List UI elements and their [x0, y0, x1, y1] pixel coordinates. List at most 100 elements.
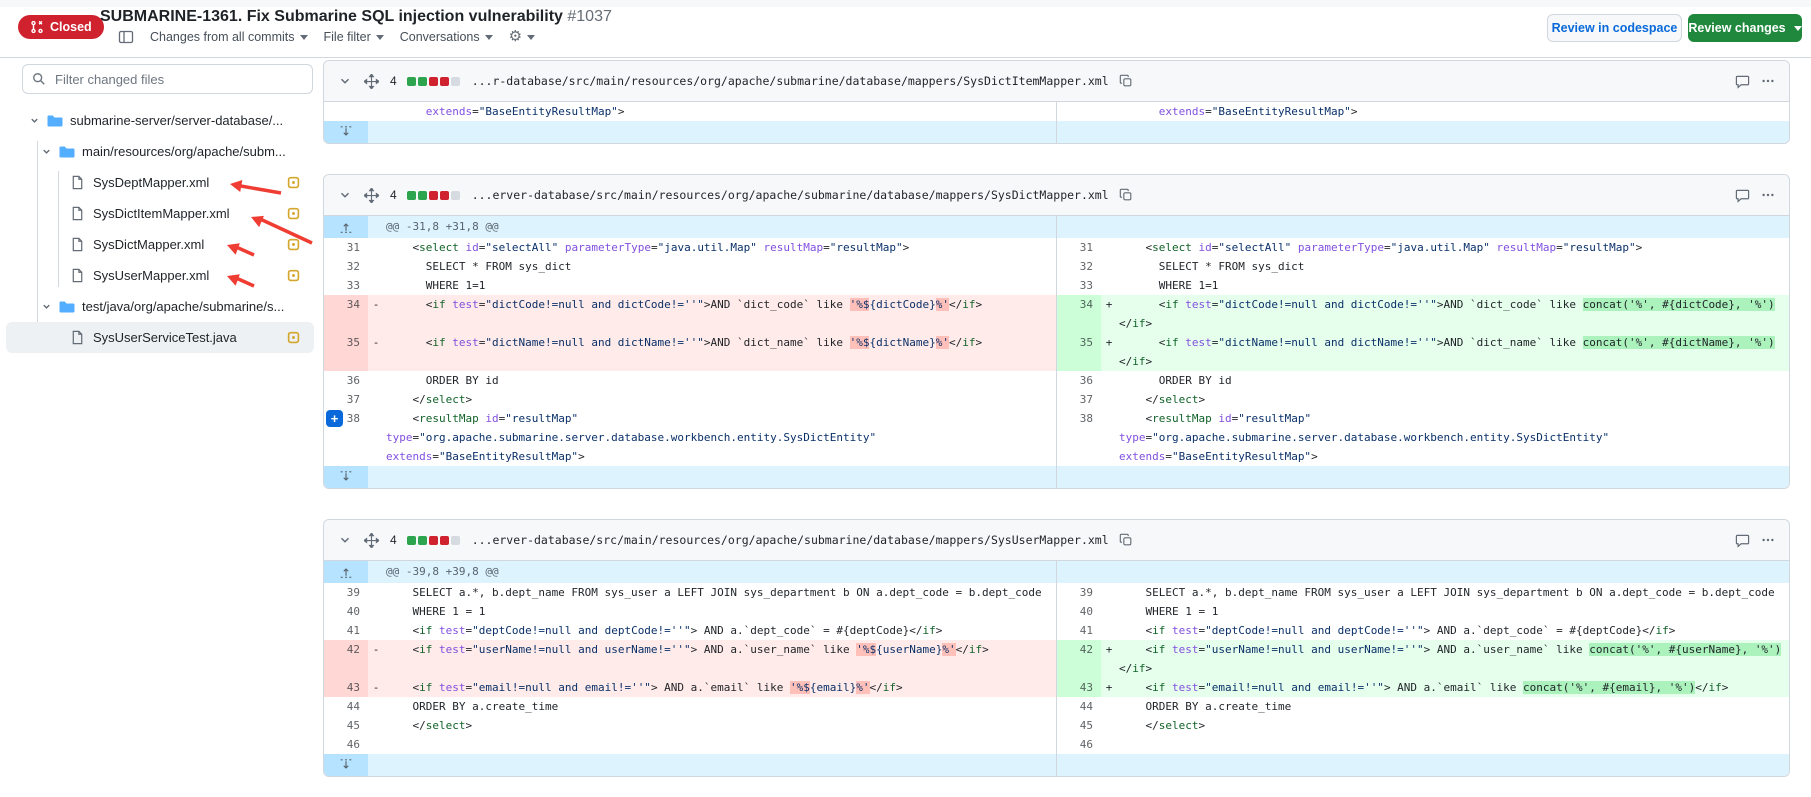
diff-line-row: 31 <select id="selectAll" parameterType=… [324, 238, 1789, 257]
copy-path-button[interactable] [1117, 186, 1135, 204]
line-number[interactable]: 45 [324, 716, 368, 735]
line-number[interactable]: 41 [324, 621, 368, 640]
line-number[interactable] [324, 102, 368, 121]
diff-sign [368, 583, 384, 602]
diff-sign [368, 390, 384, 409]
review-changes-button[interactable]: Review changes [1688, 14, 1802, 42]
line-number[interactable]: 36 [1057, 371, 1101, 390]
file-icon [70, 330, 86, 346]
line-number[interactable]: 33 [324, 276, 368, 295]
code-cell: extends="BaseEntityResultMap"> [384, 102, 1056, 121]
line-number[interactable]: 37 [324, 390, 368, 409]
diff-sign [368, 276, 384, 295]
drag-handle-icon[interactable] [362, 531, 380, 549]
diff-line-row: 33 WHERE 1=133 WHERE 1=1 [324, 276, 1789, 295]
expand-up-button[interactable] [324, 216, 368, 238]
chevron-down-icon [1794, 26, 1802, 35]
line-number[interactable]: 43 [324, 678, 368, 697]
review-in-codespace-label: Review in codespace [1552, 21, 1678, 35]
code-line: <select id="selectAll" parameterType="ja… [386, 238, 1056, 257]
line-number[interactable] [1057, 102, 1101, 121]
line-number[interactable]: 38 [1057, 409, 1101, 466]
diff-line-right: 36 ORDER BY id [1056, 371, 1790, 390]
drag-handle-icon[interactable] [362, 72, 380, 90]
diff-sign [368, 602, 384, 621]
diff-sign: + [1101, 640, 1117, 678]
file-comment-button[interactable] [1733, 531, 1751, 549]
line-number[interactable]: 33 [1057, 276, 1101, 295]
expand-down-button[interactable] [324, 121, 368, 143]
diffstat-del-square [429, 191, 438, 200]
diff-panel-1: 4...erver-database/src/main/resources/or… [323, 174, 1790, 489]
diff-body: @@ -39,8 +39,8 @@39 SELECT a.*, b.dept_n… [324, 561, 1789, 776]
collapse-diff-button[interactable] [336, 72, 354, 90]
tree-folder-submarine-server-server-database-[interactable]: submarine-server/server-database/... [0, 105, 320, 136]
tree-folder-main-resources-org-apache-subm-[interactable]: main/resources/org/apache/subm... [0, 136, 320, 167]
tree-file-sysusermapper-xml[interactable]: SysUserMapper.xml [0, 260, 320, 291]
tree-item-label: SysUserServiceTest.java [93, 330, 237, 345]
line-number[interactable]: 37 [1057, 390, 1101, 409]
copy-path-button[interactable] [1117, 72, 1135, 90]
diff-settings-dropdown[interactable]: ⚙ [509, 29, 535, 45]
line-number[interactable]: 39 [324, 583, 368, 602]
diff-line-row: 37 </select>37 </select> [324, 390, 1789, 409]
conversations-dropdown[interactable]: Conversations [400, 30, 493, 44]
file-tree: submarine-server/server-database/... main… [0, 105, 320, 353]
tree-file-sysdictitemmapper-xml[interactable]: SysDictItemMapper.xml [0, 198, 320, 229]
line-number[interactable]: 36 [324, 371, 368, 390]
drag-handle-icon[interactable] [362, 186, 380, 204]
line-number[interactable]: 41 [1057, 621, 1101, 640]
line-number[interactable]: 46 [324, 735, 368, 754]
tree-folder-test-java-org-apache-submarine-s-[interactable]: test/java/org/apache/submarine/s... [0, 291, 320, 322]
changes-from-dropdown[interactable]: Changes from all commits [150, 30, 308, 44]
line-number[interactable]: 32 [324, 257, 368, 276]
expand-up-button[interactable] [324, 561, 368, 583]
diff-line-right: 32 SELECT * FROM sys_dict [1056, 257, 1790, 276]
line-number[interactable]: 40 [324, 602, 368, 621]
line-number[interactable]: 31 [324, 238, 368, 257]
file-filter-dropdown[interactable]: File filter [324, 30, 384, 44]
expand-down-button[interactable] [324, 466, 368, 488]
add-comment-button[interactable]: + [326, 410, 343, 427]
hunk-header-text: @@ -39,8 +39,8 @@ [368, 561, 499, 583]
line-number[interactable]: 34 [324, 295, 368, 333]
line-number[interactable]: 31 [1057, 238, 1101, 257]
file-options-kebab-button[interactable] [1759, 186, 1777, 204]
collapse-diff-button[interactable] [336, 531, 354, 549]
copy-path-button[interactable] [1117, 531, 1135, 549]
expand-down-button[interactable] [324, 754, 368, 776]
code-line: <resultMap id="resultMap" [1119, 409, 1790, 428]
line-number[interactable]: 45 [1057, 716, 1101, 735]
toggle-file-tree-button[interactable] [118, 29, 134, 45]
line-number[interactable]: 40 [1057, 602, 1101, 621]
line-number[interactable]: 35 [1057, 333, 1101, 371]
line-number[interactable]: 32 [1057, 257, 1101, 276]
file-comment-button[interactable] [1733, 72, 1751, 90]
line-number[interactable]: 42 [1057, 640, 1101, 678]
tree-item-label: SysUserMapper.xml [93, 268, 209, 283]
diff-line-left: 35- <if test="dictName!=null and dictNam… [324, 333, 1056, 371]
line-number[interactable]: 43 [1057, 678, 1101, 697]
line-number[interactable]: 46 [1057, 735, 1101, 754]
line-number[interactable]: 44 [1057, 697, 1101, 716]
code-cell: <if test="userName!=null and userName!='… [1117, 640, 1790, 678]
line-number[interactable]: 39 [1057, 583, 1101, 602]
tree-file-sysdictmapper-xml[interactable]: SysDictMapper.xml [0, 229, 320, 260]
file-options-kebab-button[interactable] [1759, 72, 1777, 90]
filter-changed-files-input[interactable] [53, 66, 307, 92]
line-number[interactable]: 42 [324, 640, 368, 678]
line-number[interactable]: 35 [324, 333, 368, 371]
tree-item-label: submarine-server/server-database/... [70, 113, 283, 128]
diff-sign [1101, 697, 1117, 716]
code-line: <select id="selectAll" parameterType="ja… [1119, 238, 1790, 257]
code-line: WHERE 1 = 1 [1119, 602, 1790, 621]
file-options-kebab-button[interactable] [1759, 531, 1777, 549]
diff-sign [1101, 238, 1117, 257]
line-number[interactable]: 44 [324, 697, 368, 716]
tree-file-sysdeptmapper-xml[interactable]: SysDeptMapper.xml [0, 167, 320, 198]
collapse-diff-button[interactable] [336, 186, 354, 204]
line-number[interactable]: 34 [1057, 295, 1101, 333]
tree-file-sysuserservicetest-java[interactable]: SysUserServiceTest.java [6, 322, 314, 353]
file-comment-button[interactable] [1733, 186, 1751, 204]
review-in-codespace-button[interactable]: Review in codespace [1547, 14, 1682, 42]
